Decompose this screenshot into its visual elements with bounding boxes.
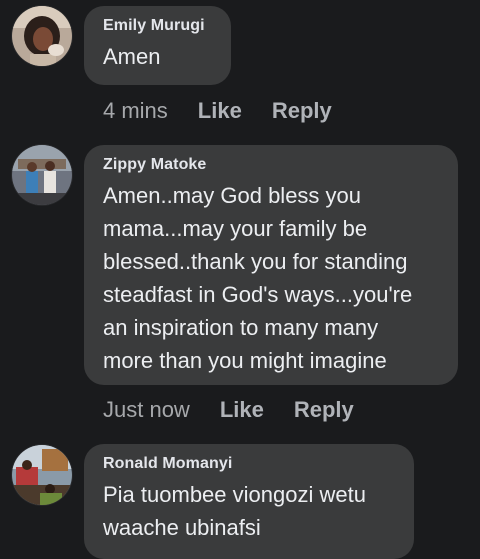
- comment-author[interactable]: Emily Murugi: [103, 16, 215, 36]
- avatar[interactable]: [12, 445, 72, 505]
- reply-button[interactable]: Reply: [272, 98, 332, 124]
- comment-actions: Just now Like Reply: [103, 397, 384, 423]
- avatar[interactable]: [12, 145, 72, 205]
- comment-timestamp[interactable]: 4 mins: [103, 98, 168, 124]
- like-button[interactable]: Like: [198, 98, 242, 124]
- comment-author[interactable]: Zippy Matoke: [103, 155, 442, 175]
- comment-bubble: Ronald Momanyi Pia tuombee viongozi wetu…: [84, 444, 414, 559]
- reply-button[interactable]: Reply: [294, 397, 354, 423]
- like-button[interactable]: Like: [220, 397, 264, 423]
- comment-text: Amen..may God bless you mama...may your …: [103, 183, 413, 373]
- comment-actions: 4 mins Like Reply: [103, 98, 362, 124]
- avatar[interactable]: [12, 6, 72, 66]
- comment-text: Amen: [103, 44, 161, 69]
- comment-bubble: Emily Murugi Amen: [84, 6, 231, 85]
- comment-timestamp[interactable]: Just now: [103, 397, 190, 423]
- comment-bubble: Zippy Matoke Amen..may God bless you mam…: [84, 145, 458, 385]
- comment-author[interactable]: Ronald Momanyi: [103, 454, 398, 474]
- comment-text: Pia tuombee viongozi wetu waache ubinafs…: [103, 482, 366, 540]
